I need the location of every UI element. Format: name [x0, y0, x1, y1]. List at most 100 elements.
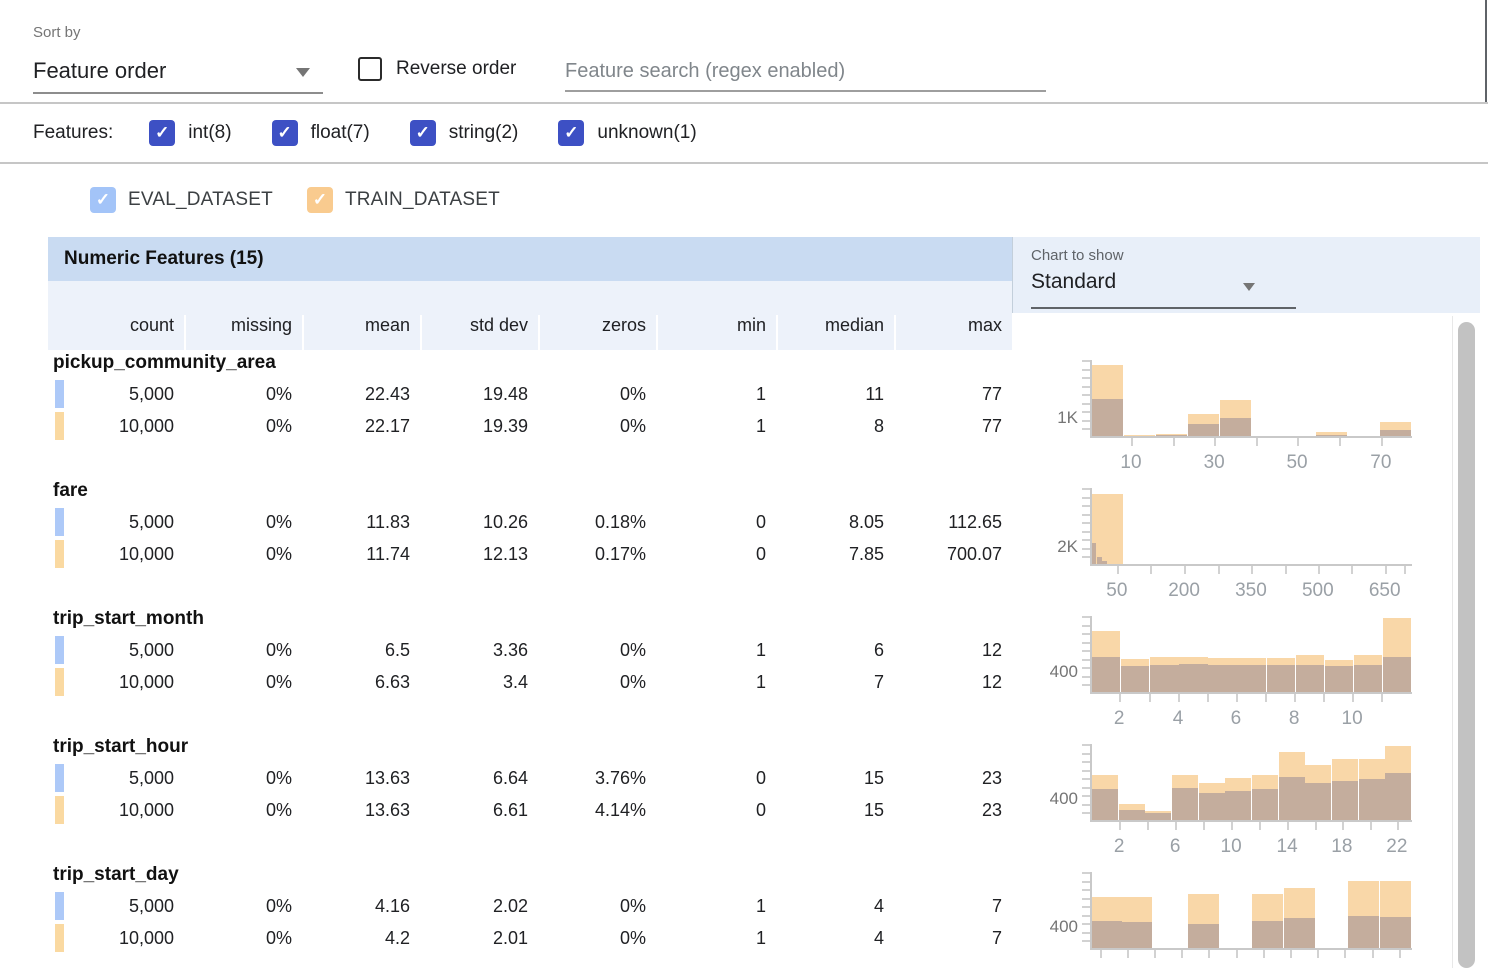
y-axis-tick	[1082, 753, 1090, 755]
x-axis-tick-label: 50	[1275, 452, 1319, 474]
eval-dataset-swatch	[55, 892, 64, 920]
y-axis-tick	[1082, 514, 1090, 516]
stat-cell: 10,000	[48, 416, 184, 437]
x-axis-tick	[1294, 694, 1296, 702]
x-axis-tick-label: 4	[1156, 708, 1200, 730]
scrollbar-thumb[interactable]	[1458, 322, 1475, 968]
feature-block-trip_start_month: trip_start_month5,0000%6.53.360%161210,0…	[48, 606, 1012, 734]
stat-cell: 22.17	[302, 416, 420, 437]
y-axis-tick	[1082, 428, 1090, 430]
x-axis-tick-label: 10	[1109, 452, 1153, 474]
y-axis-label: 400	[1012, 662, 1078, 682]
y-axis-tick	[1082, 556, 1090, 558]
legend-item-train_dataset[interactable]: ✓ TRAIN_DATASET	[307, 187, 500, 213]
stat-cell: 4	[776, 928, 894, 949]
chevron-down-icon[interactable]	[296, 68, 310, 77]
x-axis-tick-label: 500	[1296, 580, 1340, 602]
feature-block-pickup_community_area: pickup_community_area5,0000%22.4319.480%…	[48, 350, 1012, 478]
x-axis-tick	[1315, 822, 1317, 830]
eval-bar	[1179, 664, 1207, 693]
stat-cell: 10,000	[48, 800, 184, 821]
checkbox-checked-icon[interactable]: ✓	[272, 120, 298, 146]
column-header-median: median	[776, 315, 894, 350]
x-axis-tick	[1317, 950, 1319, 958]
stat-cell: 0%	[538, 928, 656, 949]
y-axis-label: 400	[1012, 917, 1078, 937]
stat-cell: 6.63	[302, 672, 420, 693]
stat-cell: 1	[656, 640, 776, 661]
stat-cell: 7	[894, 896, 1012, 917]
stat-cell: 3.4	[420, 672, 538, 693]
dataset-checkbox-icon[interactable]: ✓	[307, 187, 333, 213]
stat-row-train: 10,0000%6.633.40%1712	[48, 666, 1012, 698]
eval-bar	[1092, 657, 1120, 693]
stat-cell: 12.13	[420, 544, 538, 565]
feature-type-item-float[interactable]: ✓ float(7)	[272, 120, 370, 146]
stat-cell: 0.18%	[538, 512, 656, 533]
eval-bar	[1348, 916, 1379, 949]
histogram-pickup_community_area: 1K10305070	[1012, 350, 1452, 478]
stat-row-eval: 5,0000%13.636.643.76%01523	[48, 762, 1012, 794]
feature-type-item-string[interactable]: ✓string(2)	[410, 120, 519, 146]
stat-cell: 13.63	[302, 800, 420, 821]
stat-cell: 15	[776, 800, 894, 821]
feature-search-input[interactable]	[565, 52, 1046, 92]
stat-cell: 3.36	[420, 640, 538, 661]
y-axis-tick	[1082, 548, 1090, 550]
sort-dropdown-underline	[33, 92, 323, 94]
checkbox-checked-icon[interactable]: ✓	[558, 120, 584, 146]
y-axis-tick	[1082, 650, 1090, 652]
chart-dropdown-underline	[1031, 307, 1296, 309]
x-axis-tick	[1231, 822, 1233, 830]
x-axis-tick	[1263, 950, 1265, 958]
stat-cell: 6.61	[420, 800, 538, 821]
stat-cell: 0%	[184, 384, 302, 405]
stat-cell: 11.74	[302, 544, 420, 565]
x-axis-tick	[1372, 950, 1374, 958]
stat-cell: 77	[894, 384, 1012, 405]
eval-bar	[1092, 543, 1096, 565]
stat-cell: 6.64	[420, 768, 538, 789]
reverse-order-checkbox[interactable]	[358, 57, 382, 81]
stat-cell: 5,000	[48, 384, 184, 405]
x-axis-tick	[1323, 694, 1325, 702]
legend-item-eval_dataset[interactable]: ✓EVAL_DATASET	[90, 187, 273, 213]
check-icon: ✓	[96, 190, 110, 210]
stat-cell: 0%	[184, 640, 302, 661]
dataset-checkbox-icon[interactable]: ✓	[90, 187, 116, 213]
chart-type-dropdown[interactable]: Standard	[1031, 270, 1116, 294]
stat-cell: 0%	[184, 672, 302, 693]
dataset-label: TRAIN_DATASET	[345, 189, 500, 211]
chevron-down-icon[interactable]	[1243, 283, 1255, 291]
y-axis-tick	[1082, 932, 1090, 934]
feature-type-item-unknown[interactable]: ✓unknown(1)	[558, 120, 696, 146]
feature-type-label: float(7)	[311, 122, 370, 144]
checkbox-checked-icon[interactable]: ✓	[149, 120, 175, 146]
x-axis-tick	[1147, 822, 1149, 830]
x-axis-tick	[1290, 950, 1292, 958]
stat-cell: 8	[776, 416, 894, 437]
column-header-mean: mean	[302, 315, 420, 350]
table-rows: pickup_community_area5,0000%22.4319.480%…	[48, 350, 1012, 968]
stat-row-eval: 5,0000%4.162.020%147	[48, 890, 1012, 922]
stat-cell: 6	[776, 640, 894, 661]
histogram-fare: 2K50200350500650	[1012, 478, 1452, 606]
check-icon: ✓	[416, 123, 430, 143]
checkbox-checked-icon[interactable]: ✓	[410, 120, 436, 146]
stat-cell: 6.5	[302, 640, 420, 661]
eval-bar	[1385, 773, 1411, 821]
vertical-scrollbar[interactable]	[1452, 316, 1482, 968]
x-axis-tick	[1173, 438, 1175, 446]
y-axis-tick	[1082, 625, 1090, 627]
eval-bar	[1150, 665, 1178, 693]
stat-cell: 10,000	[48, 672, 184, 693]
x-axis-tick	[1339, 438, 1341, 446]
y-axis-tick	[1082, 812, 1090, 814]
x-axis-tick-label: 6	[1153, 836, 1197, 858]
sort-by-dropdown[interactable]: Feature order	[33, 58, 166, 84]
x-axis-tick	[1207, 694, 1209, 702]
x-axis-tick	[1342, 822, 1344, 830]
x-axis-tick	[1119, 694, 1121, 702]
stat-cell: 0%	[184, 416, 302, 437]
feature-type-item-int[interactable]: ✓int(8)	[149, 120, 231, 146]
